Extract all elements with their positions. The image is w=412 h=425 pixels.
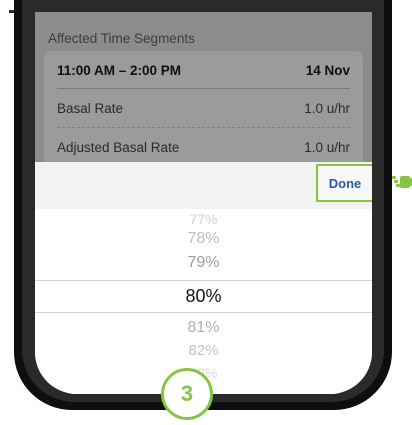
- segments-card: 11:00 AM – 2:00 PM 14 Nov Basal Rate 1.0…: [44, 51, 363, 162]
- selection-indicator-top: [35, 280, 372, 281]
- adjusted-basal-rate-value: 1.0 u/hr: [304, 140, 350, 155]
- segment-time-row: 11:00 AM – 2:00 PM 14 Nov: [57, 63, 350, 78]
- segments-title: Affected Time Segments: [48, 31, 195, 46]
- segment-date-value: 14 Nov: [305, 63, 350, 78]
- picker-option[interactable]: 82%: [35, 342, 372, 359]
- step-number-badge: 3: [161, 368, 213, 420]
- picker-option[interactable]: 77%: [35, 211, 372, 227]
- adjusted-basal-rate-label: Adjusted Basal Rate: [57, 140, 180, 155]
- phone-bezel: Affected Time Segments 11:00 AM – 2:00 P…: [22, 0, 384, 402]
- picker-option[interactable]: 79%: [35, 254, 372, 272]
- picker-option[interactable]: 81%: [35, 319, 372, 337]
- selection-indicator-bottom: [35, 312, 372, 313]
- basal-rate-label: Basal Rate: [57, 101, 124, 116]
- divider: [57, 127, 350, 128]
- basal-rate-value: 1.0 u/hr: [304, 101, 350, 116]
- dimmed-content: Affected Time Segments 11:00 AM – 2:00 P…: [35, 12, 372, 162]
- segment-time-label: 11:00 AM – 2:00 PM: [57, 63, 182, 78]
- divider: [57, 88, 350, 89]
- phone-frame: Affected Time Segments 11:00 AM – 2:00 P…: [14, 0, 392, 410]
- phone-screen: Affected Time Segments 11:00 AM – 2:00 P…: [35, 12, 372, 394]
- picker-toolbar: Done: [35, 162, 372, 209]
- hand-pointer-icon: [392, 176, 412, 188]
- done-button[interactable]: Done: [316, 164, 372, 202]
- picker-option[interactable]: 78%: [35, 230, 372, 248]
- percentage-picker[interactable]: 77% 78% 79% 80% 81% 82% 83%: [35, 209, 372, 394]
- basal-rate-row: Basal Rate 1.0 u/hr: [57, 101, 350, 116]
- picker-option-selected[interactable]: 80%: [35, 286, 372, 307]
- adjusted-basal-rate-row: Adjusted Basal Rate 1.0 u/hr: [57, 140, 350, 155]
